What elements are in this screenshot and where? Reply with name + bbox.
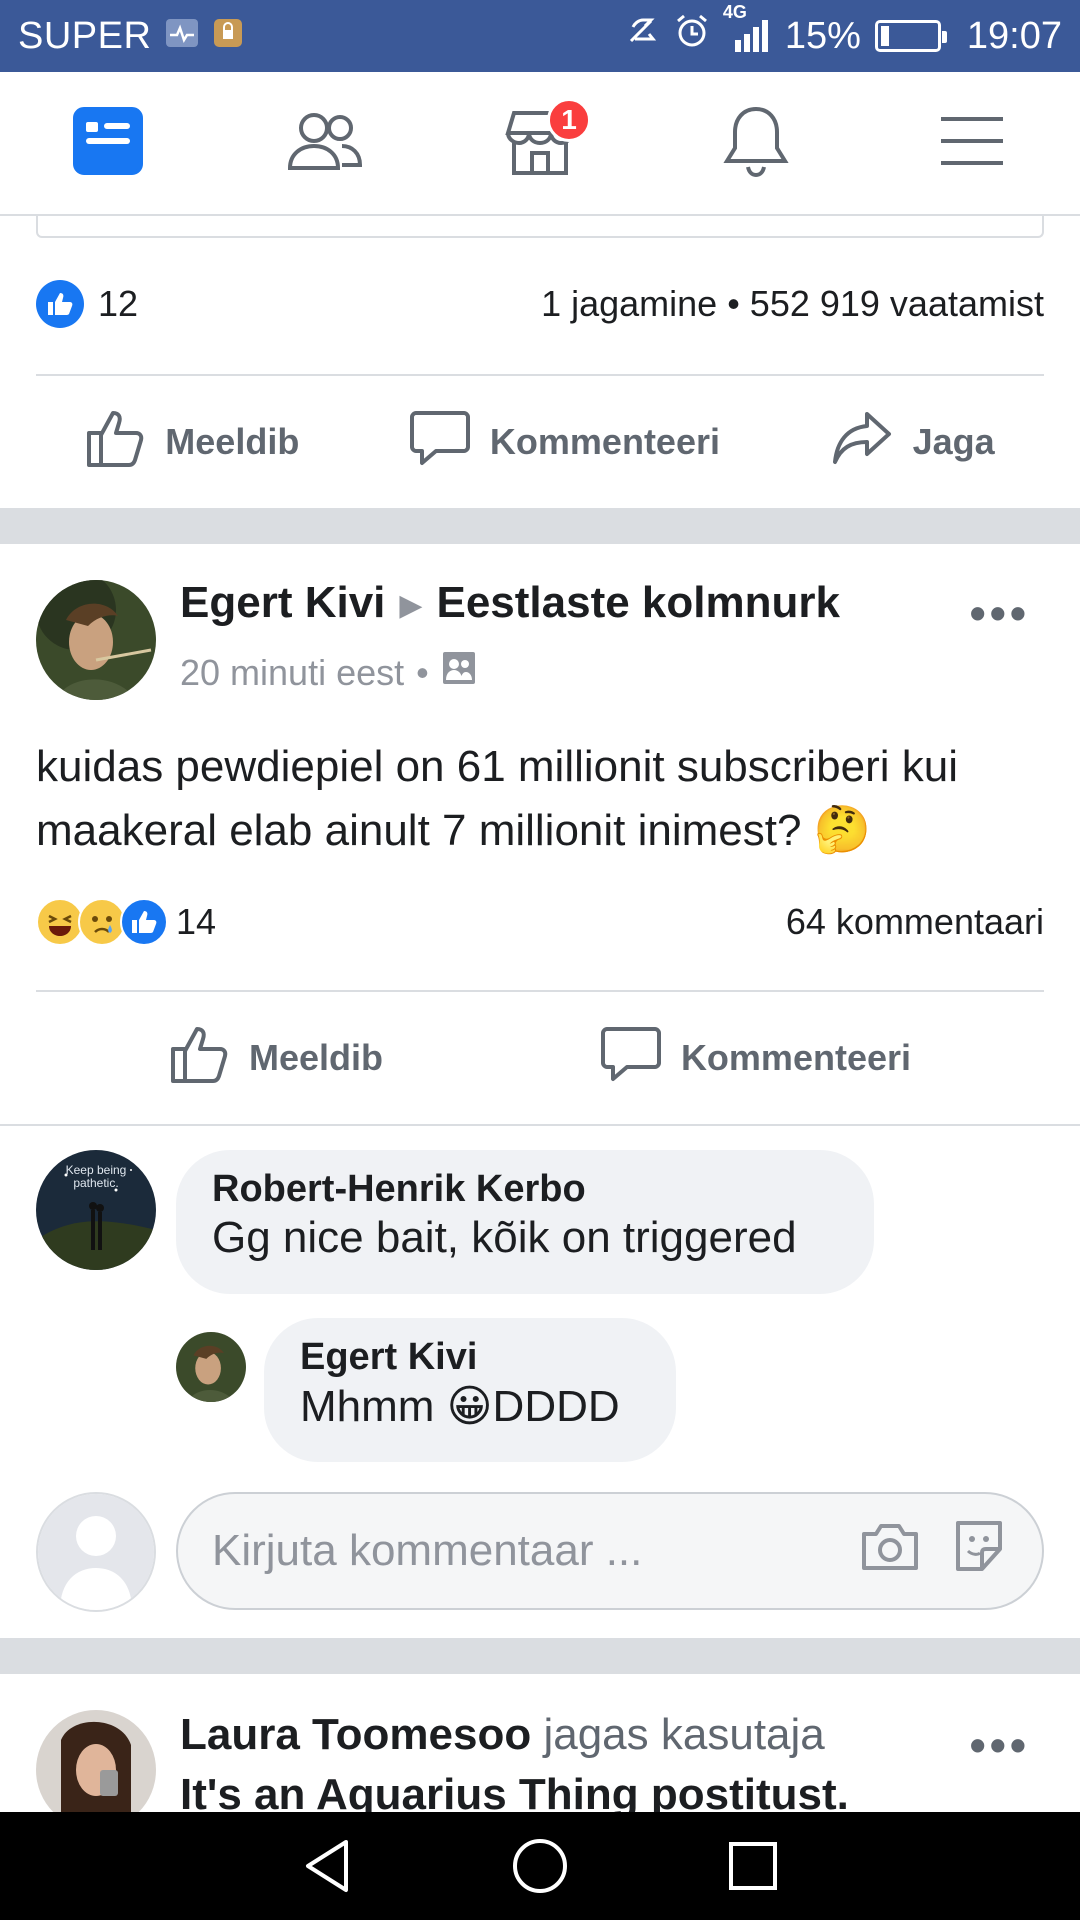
system-nav-bar: [0, 1812, 1080, 1920]
avatar-caption: Keep being pathetic.: [65, 1163, 127, 1190]
prev-post-stats: 12 1 jagamine • 552 919 vaatamist: [36, 280, 1044, 328]
post-stats: 14 64 kommentaari: [36, 898, 1044, 946]
nav-friends[interactable]: [269, 88, 379, 198]
nav-news-feed[interactable]: [53, 88, 163, 198]
status-bar: SUPER 4G 15% 19:07: [0, 0, 1080, 72]
mute-icon: [623, 13, 659, 59]
nav-menu[interactable]: [917, 88, 1027, 198]
like-button[interactable]: Meeldib: [169, 1025, 383, 1092]
divider: [36, 374, 1044, 376]
hamburger-menu-icon: [939, 115, 1005, 172]
like-reaction-icon: [120, 898, 168, 946]
post-actions: Meeldib Kommenteeri: [0, 998, 1080, 1118]
thumbs-up-icon: [169, 1025, 229, 1092]
prev-like-label: Meeldib: [165, 421, 300, 462]
reply-avatar[interactable]: [176, 1332, 246, 1402]
battery-icon: [874, 20, 947, 52]
group-audience-icon: [441, 650, 477, 695]
reply-bubble[interactable]: Egert Kivi Mhmm 😀DDDD: [264, 1318, 676, 1462]
thinking-face-emoji: 🤔: [813, 803, 871, 855]
reply-text: Mhmm 😀DDDD: [300, 1382, 620, 1431]
embedded-card-edge: [36, 216, 1044, 238]
nav-marketplace[interactable]: 1: [485, 88, 595, 198]
lock-app-icon: [213, 15, 243, 58]
like-label: Meeldib: [248, 1037, 383, 1078]
network-label: 4G: [722, 2, 747, 22]
thumbs-up-icon: [85, 409, 145, 476]
prev-comment-label: Kommenteeri: [489, 421, 720, 462]
post-header: Egert Kivi ▶ Eestlaste kolmnurk: [180, 578, 840, 628]
comment-icon: [409, 409, 470, 476]
comment-text: Gg nice bait, kõik on triggered: [212, 1213, 797, 1262]
post-text: kuidas pewdiepiel on 61 millionit subscr…: [36, 736, 1046, 862]
comment-input[interactable]: Kirjuta kommentaar ...: [176, 1492, 1044, 1610]
top-nav: 1: [0, 72, 1080, 216]
alarm-icon: [673, 12, 711, 60]
clock: 19:07: [966, 14, 1062, 57]
like-reaction-icon: [36, 280, 84, 328]
post-more-button[interactable]: •••: [970, 586, 1030, 640]
nav-notifications[interactable]: [701, 88, 811, 198]
reply-author-name[interactable]: Egert Kivi: [300, 1336, 640, 1379]
sticker-icon[interactable]: [950, 1517, 1008, 1586]
signal-icon: 4G: [723, 2, 771, 54]
meta-separator: •: [416, 651, 429, 693]
marketplace-badge: 1: [547, 98, 591, 142]
prev-share-label: Jaga: [912, 421, 995, 462]
bell-icon: [723, 105, 789, 182]
prev-like-button[interactable]: Meeldib: [85, 409, 299, 476]
feed-separator: [0, 1638, 1080, 1674]
share-icon: [831, 410, 893, 475]
news-feed-icon: [72, 106, 144, 181]
prev-share-button[interactable]: Jaga: [831, 410, 995, 475]
reaction-icons[interactable]: [36, 898, 168, 946]
author-name[interactable]: Egert Kivi: [180, 578, 385, 627]
author-avatar[interactable]: [36, 580, 156, 700]
divider: [0, 1124, 1080, 1126]
comment-label: Kommenteeri: [680, 1037, 911, 1078]
post-meta: 20 minuti eest •: [180, 650, 477, 695]
comment-bubble[interactable]: Robert-Henrik Kerbo Gg nice bait, kõik o…: [176, 1150, 874, 1294]
next-post-more-button[interactable]: •••: [970, 1718, 1030, 1772]
arrow-right-icon: ▶: [399, 588, 423, 622]
next-post-header: Laura Toomesoo jagas kasutaja: [180, 1710, 825, 1760]
sad-reaction-icon: [78, 898, 126, 946]
commenter-avatar[interactable]: Keep being pathetic.: [36, 1150, 156, 1270]
divider: [36, 990, 1044, 992]
health-icon: [165, 15, 199, 58]
comment-placeholder: Kirjuta kommentaar ...: [212, 1526, 643, 1575]
back-icon[interactable]: [297, 1836, 357, 1896]
next-post-action: jagas kasutaja: [543, 1710, 825, 1759]
prev-share-view-stats[interactable]: 1 jagamine • 552 919 vaatamist: [541, 283, 1044, 325]
grinning-emoji: 😀: [446, 1382, 493, 1431]
app: SUPER 4G 15% 19:07 1 12 1 jagamine • 552…: [0, 0, 1080, 1920]
commenter-name[interactable]: Robert-Henrik Kerbo: [212, 1168, 838, 1211]
recents-icon[interactable]: [723, 1836, 783, 1896]
post-time[interactable]: 20 minuti eest: [180, 652, 404, 694]
prev-post-actions: Meeldib Kommenteeri Jaga: [0, 382, 1080, 502]
group-name[interactable]: Eestlaste kolmnurk: [436, 578, 840, 627]
comment-icon: [600, 1025, 661, 1092]
comments-count[interactable]: 64 kommentaari: [786, 901, 1044, 943]
comment-button[interactable]: Kommenteeri: [600, 1025, 911, 1092]
feed-separator: [0, 508, 1080, 544]
current-user-avatar: [36, 1492, 156, 1612]
prev-like-count[interactable]: 12: [98, 283, 138, 325]
camera-icon[interactable]: [860, 1520, 920, 1583]
reactions-count[interactable]: 14: [176, 901, 216, 943]
next-author-name[interactable]: Laura Toomesoo: [180, 1710, 531, 1759]
friends-icon: [286, 108, 363, 179]
prev-comment-button[interactable]: Kommenteeri: [409, 409, 720, 476]
carrier-label: SUPER: [18, 14, 152, 57]
haha-reaction-icon: [36, 898, 84, 946]
home-icon[interactable]: [510, 1836, 570, 1896]
battery-percent: 15%: [784, 14, 861, 57]
